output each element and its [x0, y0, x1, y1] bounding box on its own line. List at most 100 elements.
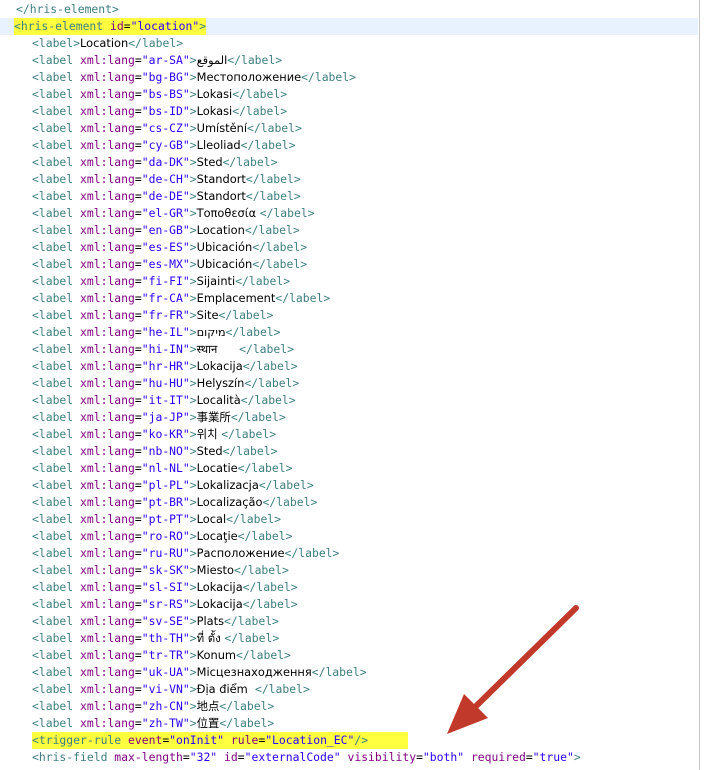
token-tag	[224, 733, 231, 747]
code-line[interactable]: <label xml:lang="sr-RS">Lokacija</label>	[0, 596, 698, 613]
code-line[interactable]: <label xml:lang="hr-HR">Lokacija</label>	[0, 358, 698, 375]
code-line[interactable]: <label xml:lang="nl-NL">Locatie</label>	[0, 460, 698, 477]
code-line[interactable]: <label xml:lang="el-GR">Τοποθεσία </labe…	[0, 205, 698, 222]
token-val: "both"	[422, 750, 465, 764]
code-line[interactable]: <label xml:lang="ru-RU">Расположение</la…	[0, 545, 698, 562]
code-line[interactable]: <label xml:lang="fr-CA">Emplacement</lab…	[0, 290, 698, 307]
code-line[interactable]: <label xml:lang="th-TH">ที่ ตั้ง </label…	[0, 630, 698, 647]
token-val: "de-CH"	[141, 172, 190, 186]
token-attr: event	[128, 733, 163, 747]
token-eq: =	[134, 172, 142, 186]
code-line[interactable]: <label xml:lang="ro-RO">Locaţie</label>	[0, 528, 698, 545]
token-tag: <label	[32, 393, 81, 407]
code-line[interactable]: <label xml:lang="zh-CN">地点</label>	[0, 698, 698, 715]
code-line[interactable]: <label xml:lang="pt-BR">Localização</lab…	[0, 494, 698, 511]
token-tag: >	[189, 189, 197, 203]
code-line[interactable]: <label xml:lang="cs-CZ">Umístění</label>	[0, 120, 698, 137]
code-line[interactable]: </hris-element>	[0, 1, 698, 18]
token-tag: </label>	[258, 478, 314, 492]
token-text: Locatie	[196, 461, 238, 475]
token-attr: xml:lang	[80, 70, 135, 84]
code-line[interactable]: <label xml:lang="it-IT">Località</label>	[0, 392, 698, 409]
code-line[interactable]: <label xml:lang="en-GB">Location</label>	[0, 222, 698, 239]
token-val: "da-DK"	[141, 155, 190, 169]
token-eq: =	[134, 359, 142, 373]
code-content: <label xml:lang="uk-UA">Місцезнаходження…	[32, 664, 367, 681]
code-content: <label xml:lang="bs-BS">Lokasi</label>	[32, 86, 287, 103]
token-tag: <hris-element	[14, 19, 111, 33]
token-attr: xml:lang	[80, 189, 135, 203]
token-attr: xml:lang	[80, 138, 135, 152]
code-line[interactable]: <label xml:lang="bg-BG">Местоположение</…	[0, 69, 698, 86]
token-tag: <label	[32, 342, 81, 356]
token-attr: xml:lang	[80, 308, 135, 322]
code-line[interactable]: <label xml:lang="bs-ID">Lokasi</label>	[0, 103, 698, 120]
code-line[interactable]: <label xml:lang="sv-SE">Plats</label>	[0, 613, 698, 630]
code-line[interactable]: <label xml:lang="ar-SA">الموقع</label>	[0, 52, 698, 69]
code-line[interactable]: <label xml:lang="zh-TW">位置</label>	[0, 715, 698, 732]
token-tag: >	[189, 648, 197, 662]
code-line[interactable]: <label xml:lang="pt-PT">Local</label>	[0, 511, 698, 528]
code-line[interactable]: <label xml:lang="ja-JP">事業所</label>	[0, 409, 698, 426]
code-line[interactable]: <label xml:lang="he-IL">מיקום</label>	[0, 324, 698, 341]
code-content: <label xml:lang="fr-CA">Emplacement</lab…	[32, 290, 330, 307]
token-attr: xml:lang	[80, 410, 135, 424]
code-line[interactable]: <label xml:lang="ko-KR">위치 </label>	[0, 426, 698, 443]
token-attr: id	[110, 19, 124, 33]
code-line[interactable]: <label xml:lang="hu-HU">Helyszín</label>	[0, 375, 698, 392]
token-tag: </label>	[252, 240, 308, 254]
code-line[interactable]: <label xml:lang="vi-VN">Địa điểm </label…	[0, 681, 698, 698]
code-line[interactable]: <label>Location</label>	[0, 35, 698, 52]
code-line[interactable]: <trigger-rule event="onInit" rule="Locat…	[0, 732, 698, 749]
code-content: <label xml:lang="ro-RO">Locaţie</label>	[32, 528, 293, 545]
code-line[interactable]: <label xml:lang="es-MX">Ubicación</label…	[0, 256, 698, 273]
token-val: "zh-CN"	[141, 699, 190, 713]
token-val: "es-ES"	[141, 240, 190, 254]
token-eq: =	[134, 155, 142, 169]
token-tag: <label	[32, 325, 81, 339]
token-val: "sr-RS"	[141, 597, 190, 611]
token-val: "true"	[532, 750, 574, 764]
token-tag: />	[354, 733, 369, 747]
token-eq: =	[134, 240, 142, 254]
token-attr: rule	[230, 733, 259, 747]
token-text: Lokacija	[196, 359, 243, 373]
token-text: Locaţie	[196, 529, 238, 543]
code-content: <label xml:lang="en-GB">Location</label>	[32, 222, 300, 239]
token-tag: >	[189, 138, 197, 152]
code-content: <label xml:lang="ru-RU">Расположение</la…	[32, 545, 339, 562]
code-line[interactable]: <label xml:lang="es-ES">Ubicación</label…	[0, 239, 698, 256]
token-tag: </label>	[219, 699, 275, 713]
token-tag: </label>	[240, 138, 296, 152]
xml-editor[interactable]: </hris-element> <hris-element id="locatio…	[0, 0, 700, 770]
code-line[interactable]: <label xml:lang="da-DK">Sted</label>	[0, 154, 698, 171]
token-text: Località	[196, 393, 241, 407]
code-line[interactable]: <label xml:lang="fi-FI">Sijainti</label>	[0, 273, 698, 290]
token-tag: >	[189, 444, 197, 458]
token-tag: <label	[32, 580, 81, 594]
code-line[interactable]: <label xml:lang="cy-GB">Lleoliad</label>	[0, 137, 698, 154]
code-line[interactable]: <label xml:lang="fr-FR">Site</label>	[0, 307, 698, 324]
code-line[interactable]: <label xml:lang="nb-NO">Sted</label>	[0, 443, 698, 460]
token-tag: <label	[32, 546, 81, 560]
token-text: Emplacement	[196, 291, 276, 305]
token-tag: </label>	[275, 291, 331, 305]
code-line[interactable]: <label xml:lang="sk-SK">Miesto</label>	[0, 562, 698, 579]
code-line[interactable]: <label xml:lang="bs-BS">Lokasi</label>	[0, 86, 698, 103]
code-line[interactable]: <label xml:lang="sl-SI">Lokacija</label>	[0, 579, 698, 596]
code-line[interactable]: <label xml:lang="pl-PL">Lokalizacja</lab…	[0, 477, 698, 494]
token-tag: >	[189, 240, 197, 254]
code-line[interactable]: <hris-field max-length="32" id="external…	[0, 749, 698, 766]
code-line[interactable]: <label xml:lang="tr-TR">Konum</label>	[0, 647, 698, 664]
code-line[interactable]: <label xml:lang="de-DE">Standort</label>	[0, 188, 698, 205]
token-tag: >	[189, 70, 197, 84]
token-tag: <label	[32, 87, 81, 101]
code-line[interactable]: <label xml:lang="uk-UA">Місцезнаходження…	[0, 664, 698, 681]
code-line[interactable]: <hris-element id="location">	[0, 18, 698, 35]
token-text: Sted	[196, 155, 223, 169]
code-line[interactable]: <label xml:lang="hi-IN">स्थान </label>	[0, 341, 698, 358]
code-line[interactable]: <label xml:lang="de-CH">Standort</label>	[0, 171, 698, 188]
token-tag: >	[189, 410, 197, 424]
token-val: "fr-FR"	[141, 308, 190, 322]
token-tag: </label>	[242, 359, 298, 373]
